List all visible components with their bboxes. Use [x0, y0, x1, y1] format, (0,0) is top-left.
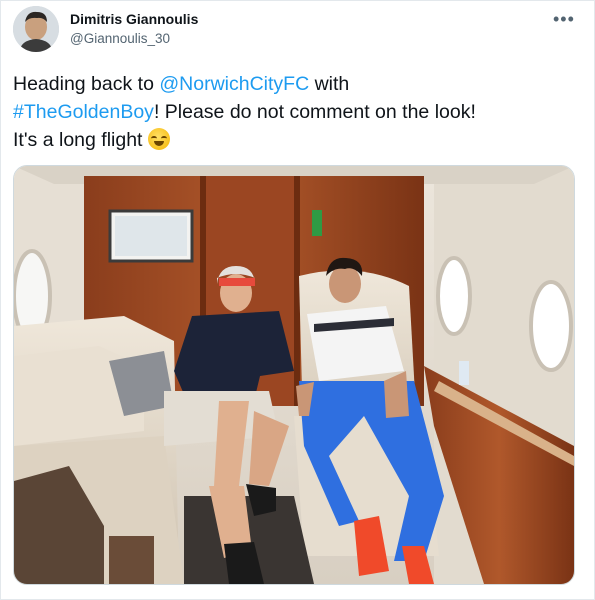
avatar[interactable] — [13, 6, 59, 52]
tweet-text-segment: Heading back to — [13, 73, 160, 95]
jet-cabin-image — [14, 166, 574, 584]
tweet-text-segment: with — [309, 73, 350, 95]
laughing-tears-emoji-icon — [147, 128, 170, 150]
tweet-card[interactable]: Dimitris Giannoulis @Giannoulis_30 ••• H… — [0, 0, 595, 600]
tweet-text-segment: ! Please do not comment on the look! — [153, 101, 476, 123]
avatar-image — [13, 6, 59, 52]
author-handle[interactable]: @Giannoulis_30 — [70, 31, 170, 46]
hashtag-link[interactable]: #TheGoldenBoy — [13, 101, 154, 123]
author-name[interactable]: Dimitris Giannoulis — [70, 11, 198, 27]
more-options-icon[interactable]: ••• — [553, 9, 575, 30]
mention-link[interactable]: @NorwichCityFC — [159, 73, 309, 95]
tweet-text-segment: It's a long flight — [13, 129, 148, 151]
tweet-text: Heading back to @NorwichCityFC with #The… — [13, 70, 583, 154]
tweet-photo[interactable] — [13, 165, 575, 585]
